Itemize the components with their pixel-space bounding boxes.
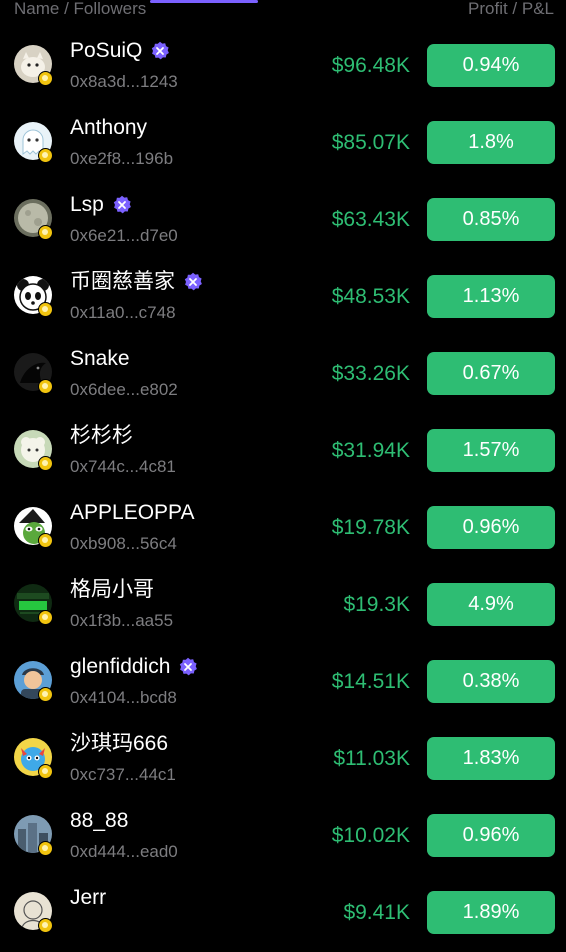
profit-value: $19.78K <box>331 516 410 539</box>
list-header: Name / Followers Profit / P&L <box>0 0 566 24</box>
wallet-address: 0x8a3d...1243 <box>70 72 178 91</box>
profit-value: $19.3K <box>343 593 410 616</box>
pnl-percent-button[interactable]: 4.9% <box>427 583 555 626</box>
trader-name-line: Anthony <box>70 114 147 142</box>
trader-name[interactable]: 沙琪玛666 <box>70 730 168 758</box>
trader-row[interactable]: 格局小哥 0x1f3b...aa55 $19.3K 4.9% <box>0 567 566 644</box>
name-followers-column-label[interactable]: Name / Followers <box>14 0 146 20</box>
trader-row[interactable]: Jerr $9.41K 1.89% <box>0 875 566 952</box>
profit-value: $31.94K <box>331 439 410 462</box>
trader-row[interactable]: 沙琪玛666 0xc737...44c1 $11.03K 1.83% <box>0 721 566 798</box>
pnl-percent-button[interactable]: 0.96% <box>427 506 555 549</box>
pnl-percent-button[interactable]: 1.57% <box>427 429 555 472</box>
pnl-percent-button[interactable]: 1.89% <box>427 891 555 934</box>
verified-badge-icon <box>104 195 132 215</box>
gold-coin-badge-icon <box>38 610 53 625</box>
trader-row[interactable]: 88_88 0xd444...ead0 $10.02K 0.96% <box>0 798 566 875</box>
wallet-address: 0xc737...44c1 <box>70 765 176 784</box>
wallet-address: 0x6dee...e802 <box>70 380 178 399</box>
gold-coin-badge-icon <box>38 764 53 779</box>
trader-name[interactable]: 格局小哥 <box>70 576 154 604</box>
pnl-percent-button[interactable]: 1.83% <box>427 737 555 780</box>
wallet-address: 0xd444...ead0 <box>70 842 178 861</box>
trader-name-line: glenfiddich <box>70 653 198 681</box>
trader-name[interactable]: 币圈慈善家 <box>70 268 175 296</box>
trader-name[interactable]: glenfiddich <box>70 653 170 681</box>
trader-name[interactable]: APPLEOPPA <box>70 499 195 527</box>
trader-name[interactable]: Lsp <box>70 191 104 219</box>
wallet-address: 0x6e21...d7e0 <box>70 226 178 245</box>
profit-value: $85.07K <box>331 131 410 154</box>
profit-value: $10.02K <box>331 824 410 847</box>
trader-name[interactable]: Anthony <box>70 114 147 142</box>
profit-value: $11.03K <box>333 747 410 770</box>
trader-row[interactable]: Anthony 0xe2f8...196b $85.07K 1.8% <box>0 105 566 182</box>
pnl-percent-button[interactable]: 0.94% <box>427 44 555 87</box>
trader-name-line: Lsp <box>70 191 132 219</box>
trader-name[interactable]: 杉杉杉 <box>70 422 133 450</box>
profit-pnl-column-label[interactable]: Profit / P&L <box>468 0 554 20</box>
gold-coin-badge-icon <box>38 302 53 317</box>
profit-value: $63.43K <box>331 208 410 231</box>
profit-value: $9.41K <box>343 901 410 924</box>
trader-name-line: Jerr <box>70 884 106 912</box>
trader-name-line: PoSuiQ <box>70 37 170 65</box>
trader-name[interactable]: Snake <box>70 345 130 373</box>
trader-list: PoSuiQ 0x8a3d...1243 $96.48K 0.94% Anthony 0x… <box>0 28 566 952</box>
profit-value: $48.53K <box>331 285 410 308</box>
trader-name-line: 杉杉杉 <box>70 422 133 450</box>
trader-name[interactable]: Jerr <box>70 884 106 912</box>
trader-row[interactable]: APPLEOPPA 0xb908...56c4 $19.78K 0.96% <box>0 490 566 567</box>
wallet-address: 0x11a0...c748 <box>70 303 176 322</box>
gold-coin-badge-icon <box>38 841 53 856</box>
active-tab-indicator <box>150 0 258 3</box>
trader-name-line: 沙琪玛666 <box>70 730 168 758</box>
trader-name-line: 格局小哥 <box>70 576 154 604</box>
trader-name-line: APPLEOPPA <box>70 499 195 527</box>
trader-name-line: 币圈慈善家 <box>70 268 203 296</box>
gold-coin-badge-icon <box>38 533 53 548</box>
verified-badge-icon <box>170 657 198 677</box>
gold-coin-badge-icon <box>38 71 53 86</box>
gold-coin-badge-icon <box>38 456 53 471</box>
trader-name-line: Snake <box>70 345 130 373</box>
pnl-percent-button[interactable]: 0.96% <box>427 814 555 857</box>
pnl-percent-button[interactable]: 0.67% <box>427 352 555 395</box>
gold-coin-badge-icon <box>38 379 53 394</box>
trader-row[interactable]: PoSuiQ 0x8a3d...1243 $96.48K 0.94% <box>0 28 566 105</box>
profit-value: $33.26K <box>331 362 410 385</box>
profit-value: $14.51K <box>331 670 410 693</box>
trader-row[interactable]: Lsp 0x6e21...d7e0 $63.43K 0.85% <box>0 182 566 259</box>
wallet-address: 0x4104...bcd8 <box>70 688 177 707</box>
pnl-percent-button[interactable]: 0.85% <box>427 198 555 241</box>
gold-coin-badge-icon <box>38 687 53 702</box>
trader-row[interactable]: 杉杉杉 0x744c...4c81 $31.94K 1.57% <box>0 413 566 490</box>
profit-value: $96.48K <box>331 54 410 77</box>
gold-coin-badge-icon <box>38 918 53 933</box>
trader-row[interactable]: 币圈慈善家 0x11a0...c748 $48.53K 1.13% <box>0 259 566 336</box>
wallet-address: 0xe2f8...196b <box>70 149 174 168</box>
pnl-percent-button[interactable]: 1.8% <box>427 121 555 164</box>
wallet-address: 0x1f3b...aa55 <box>70 611 174 630</box>
gold-coin-badge-icon <box>38 225 53 240</box>
pnl-percent-button[interactable]: 0.38% <box>427 660 555 703</box>
wallet-address: 0xb908...56c4 <box>70 534 177 553</box>
trader-name-line: 88_88 <box>70 807 128 835</box>
verified-badge-icon <box>175 272 203 292</box>
wallet-address: 0x744c...4c81 <box>70 457 176 476</box>
trader-row[interactable]: Snake 0x6dee...e802 $33.26K 0.67% <box>0 336 566 413</box>
trader-row[interactable]: glenfiddich 0x4104...bcd8 $14.51K 0.38% <box>0 644 566 721</box>
trader-name[interactable]: PoSuiQ <box>70 37 142 65</box>
gold-coin-badge-icon <box>38 148 53 163</box>
trader-name[interactable]: 88_88 <box>70 807 128 835</box>
verified-badge-icon <box>142 41 170 61</box>
pnl-percent-button[interactable]: 1.13% <box>427 275 555 318</box>
